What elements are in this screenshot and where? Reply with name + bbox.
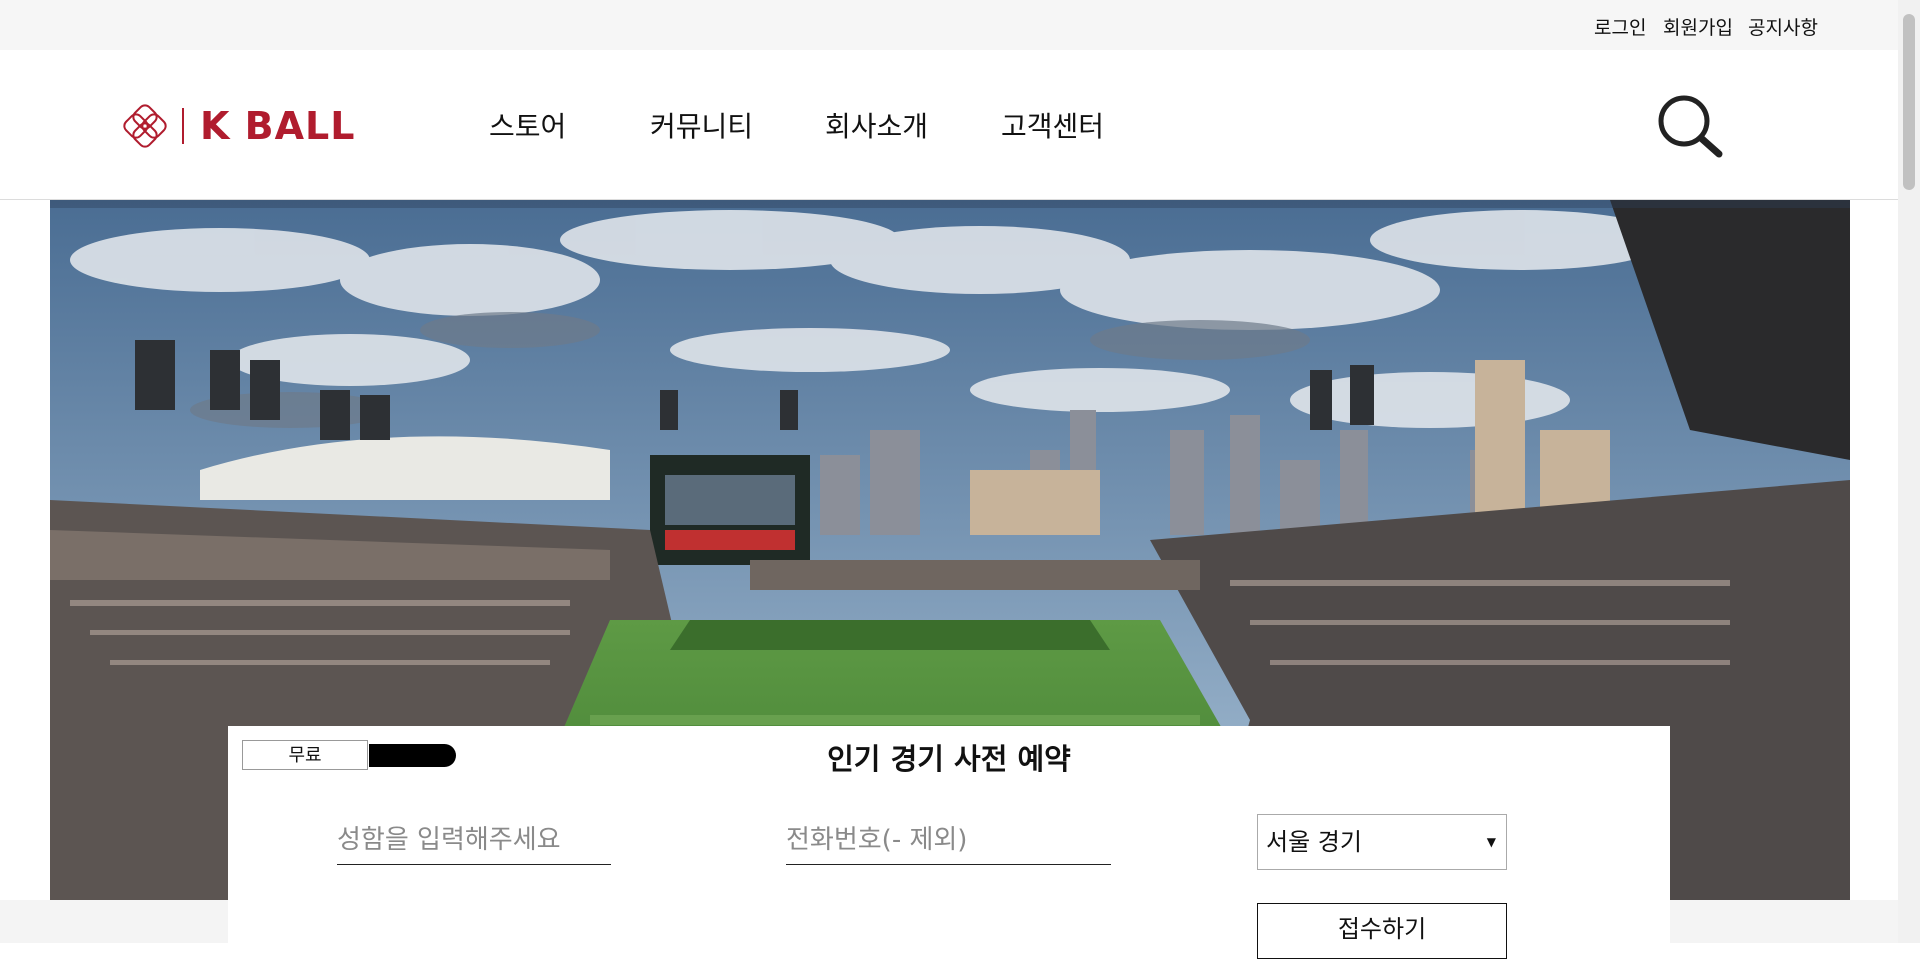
region-select-value: 서울 경기	[1266, 828, 1362, 856]
notice-link[interactable]: 공지사항	[1748, 13, 1818, 40]
caret-down-icon: ▼	[1486, 835, 1496, 849]
login-link[interactable]: 로그인	[1594, 13, 1646, 40]
search-icon	[1658, 95, 1723, 158]
knot-logo-icon	[123, 104, 167, 148]
region-select[interactable]: 서울 경기 ▼	[1257, 814, 1507, 870]
nav-community[interactable]: 커뮤니티	[650, 105, 753, 145]
name-input[interactable]	[337, 816, 611, 865]
site-logo[interactable]: K BALL	[122, 103, 355, 149]
brand-name: K BALL	[200, 104, 356, 148]
scrollbar-thumb[interactable]	[1903, 14, 1915, 190]
nav-store[interactable]: 스토어	[489, 105, 566, 145]
submit-button[interactable]: 접수하기	[1257, 903, 1507, 959]
phone-input[interactable]	[786, 816, 1111, 865]
nav-about[interactable]: 회사소개	[825, 105, 928, 145]
utility-bar: 로그인 회원가입 공지사항	[0, 0, 1898, 50]
page-scrollbar[interactable]	[1898, 0, 1920, 943]
logo-divider	[182, 108, 184, 144]
search-button[interactable]	[1655, 92, 1725, 162]
booking-panel: 무료 인기 경기 사전 예약 서울 경기 ▼ 접수하기	[228, 726, 1670, 959]
signup-link[interactable]: 회원가입	[1663, 13, 1733, 40]
site-header: K BALL 스토어 커뮤니티 회사소개 고객센터	[0, 50, 1898, 200]
booking-title: 인기 경기 사전 예약	[827, 742, 1071, 776]
nav-support[interactable]: 고객센터	[1001, 105, 1104, 145]
